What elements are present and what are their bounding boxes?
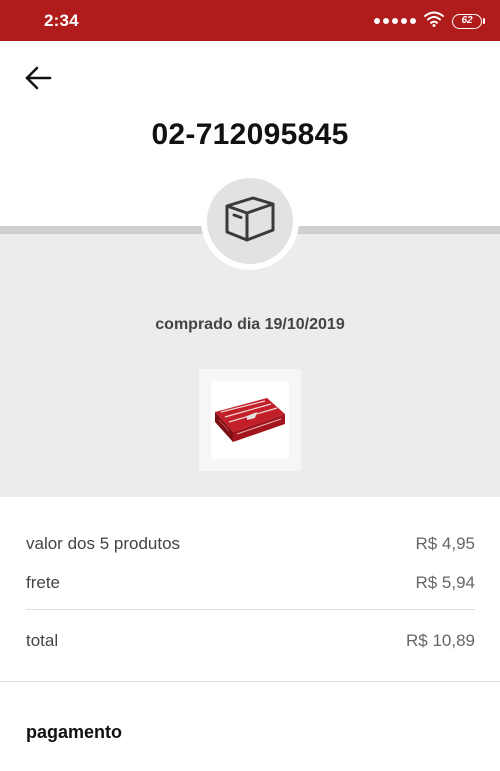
shipping-row: frete R$ 5,94 [26,571,475,595]
total-label: total [26,631,59,650]
shipping-label: frete [26,573,61,592]
battery-level: 62 [461,14,473,26]
product-thumbnail[interactable] [199,369,301,471]
total-amount: R$ 10,89 [406,631,475,650]
purchase-date: comprado dia 19/10/2019 [155,316,345,333]
arrow-left-icon [24,66,52,95]
status-time: 2:34 [44,11,79,30]
battery-icon: 62 [452,13,485,29]
halls-candy-box-image [211,381,289,459]
order-number: 02-712095845 [151,118,349,151]
products-value-row: valor dos 5 produtos R$ 4,95 [26,532,475,556]
back-button[interactable] [20,62,56,98]
status-icons: 62 [374,11,485,32]
package-box-icon [219,188,281,255]
summary-divider [26,609,475,610]
products-value-amount: R$ 4,95 [415,534,475,553]
signal-dots-icon [374,18,416,24]
status-bar: 2:34 62 [0,0,500,41]
payment-section-title: pagamento [26,722,123,742]
total-row: total R$ 10,89 [26,629,475,653]
wifi-icon [424,11,444,32]
section-divider [0,681,500,682]
shipping-amount: R$ 5,94 [415,573,475,592]
products-value-label: valor dos 5 produtos [26,534,181,553]
order-status-badge [201,172,299,270]
